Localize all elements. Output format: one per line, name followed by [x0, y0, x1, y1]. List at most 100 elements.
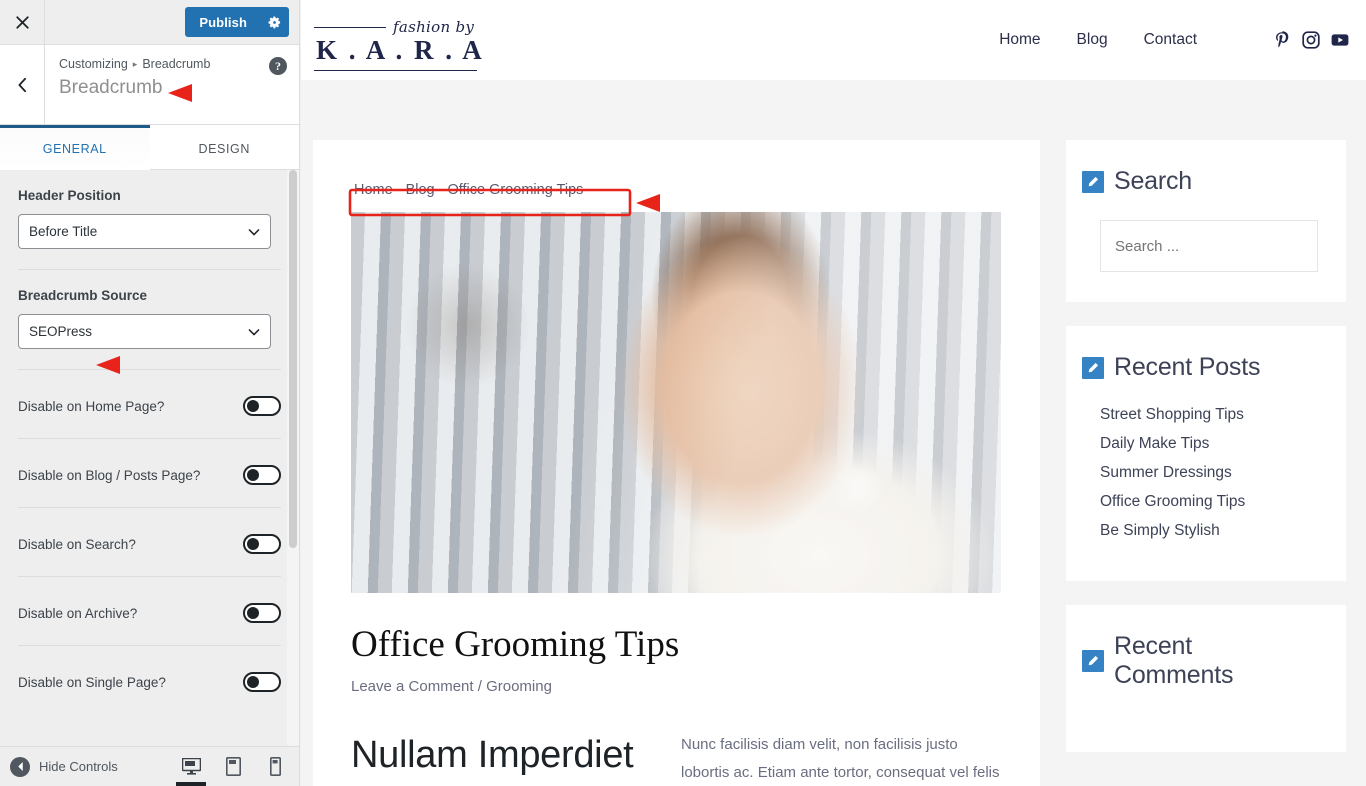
pinterest-icon[interactable]: [1273, 31, 1291, 49]
control-breadcrumb-source: Breadcrumb Source SEOPress: [18, 288, 281, 349]
device-desktop-button[interactable]: [170, 746, 212, 786]
divider: [18, 269, 281, 270]
recent-post-link[interactable]: Daily Make Tips: [1100, 435, 1209, 452]
close-icon: [15, 15, 29, 29]
site-preview: fashion by K . A . R . A Home Blog Conta…: [301, 0, 1366, 786]
recent-post-link[interactable]: Office Grooming Tips: [1100, 493, 1245, 510]
list-item: Office Grooming Tips: [1100, 493, 1318, 511]
edit-widget-icon[interactable]: [1082, 650, 1104, 672]
tab-design[interactable]: DESIGN: [149, 125, 299, 170]
gear-icon: [268, 15, 280, 28]
customizer-controls-scroll: Header Position Before Title Breadcrumb …: [0, 170, 299, 746]
page-title: Breadcrumb: [59, 76, 163, 98]
widget-search: Search: [1066, 140, 1346, 302]
breadcrumb-separator-icon: ▸: [132, 59, 138, 70]
header-position-value: Before Title: [29, 224, 98, 239]
hide-controls-label: Hide Controls: [39, 759, 118, 774]
scrollbar-thumb[interactable]: [289, 170, 297, 548]
breadcrumb-current: Breadcrumb: [142, 57, 211, 71]
publish-group: Publish: [185, 7, 289, 37]
toggle-knob: [247, 400, 259, 412]
toggle-knob: [247, 469, 259, 481]
site-sidebar: Search Recent Posts Street Sho: [1066, 140, 1346, 786]
control-disable-blog: Disable on Blog / Posts Page?: [18, 457, 281, 493]
chevron-down-icon: [247, 325, 261, 339]
control-disable-search: Disable on Search?: [18, 526, 281, 562]
control-disable-home: Disable on Home Page?: [18, 388, 281, 424]
toggle-disable-blog[interactable]: [243, 465, 281, 485]
collapse-arrow-icon: [10, 756, 30, 777]
nav-item-blog[interactable]: Blog: [1077, 31, 1108, 49]
post-breadcrumb[interactable]: Home - Blog - Office Grooming Tips: [351, 180, 586, 200]
nav-item-home[interactable]: Home: [999, 31, 1040, 49]
toggle-disable-single[interactable]: [243, 672, 281, 692]
social-links: [1273, 31, 1349, 49]
list-item: Be Simply Stylish: [1100, 522, 1318, 540]
divider: [18, 507, 281, 508]
search-input[interactable]: [1115, 237, 1314, 255]
post-meta[interactable]: Leave a Comment / Grooming: [351, 678, 1002, 695]
chevron-left-icon: [18, 77, 26, 92]
control-label-disable-blog: Disable on Blog / Posts Page?: [18, 467, 201, 483]
customizer-section-header: Customizing ▸ Breadcrumb Breadcrumb ?: [0, 45, 299, 125]
control-label-disable-single: Disable on Single Page?: [18, 674, 166, 690]
instagram-icon[interactable]: [1302, 31, 1320, 49]
device-mobile-button[interactable]: [254, 746, 296, 786]
nav-item-contact[interactable]: Contact: [1144, 31, 1197, 49]
publish-button[interactable]: Publish: [185, 7, 259, 37]
toggle-knob: [247, 538, 259, 550]
search-form: [1100, 220, 1318, 272]
toggle-disable-home[interactable]: [243, 396, 281, 416]
breadcrumb-source-select[interactable]: SEOPress: [18, 314, 271, 349]
breadcrumb-source-value: SEOPress: [29, 324, 93, 339]
widget-recent-posts: Recent Posts Street Shopping Tips Daily …: [1066, 326, 1346, 581]
edit-widget-icon[interactable]: [1082, 356, 1104, 379]
widget-title-search: Search: [1114, 167, 1193, 195]
header-position-select[interactable]: Before Title: [18, 214, 271, 249]
chevron-down-icon: [247, 225, 261, 239]
control-label-header-position: Header Position: [18, 188, 121, 203]
customizer-scrollbar[interactable]: [287, 170, 299, 746]
widget-title-recent-comments: Recent Comments: [1114, 632, 1234, 689]
device-tablet-button[interactable]: [212, 746, 254, 786]
toggle-disable-search[interactable]: [243, 534, 281, 554]
breadcrumb-parent[interactable]: Customizing: [59, 56, 128, 74]
recent-post-link[interactable]: Be Simply Stylish: [1100, 522, 1220, 539]
youtube-icon[interactable]: [1331, 31, 1349, 49]
publish-settings-button[interactable]: [259, 7, 289, 37]
breadcrumb: Customizing ▸ Breadcrumb: [59, 56, 285, 74]
recent-post-link[interactable]: Street Shopping Tips: [1100, 406, 1244, 423]
post-content: Nullam Imperdiet Nunc facilisis diam vel…: [351, 731, 1002, 786]
close-customizer-button[interactable]: [0, 0, 45, 44]
control-label-breadcrumb-source: Breadcrumb Source: [18, 288, 148, 303]
widget-recent-comments: Recent Comments: [1066, 605, 1346, 752]
widget-title-recent-posts: Recent Posts: [1114, 353, 1261, 381]
help-icon[interactable]: ?: [269, 57, 287, 75]
site-logo[interactable]: fashion by K . A . R . A: [314, 9, 494, 71]
hide-controls-button[interactable]: Hide Controls: [0, 756, 118, 777]
logo-script-text: fashion by: [393, 18, 475, 37]
control-disable-single: Disable on Single Page?: [18, 664, 281, 700]
recent-post-link[interactable]: Summer Dressings: [1100, 464, 1232, 481]
divider: [18, 369, 281, 370]
post-heading: Nullam Imperdiet: [351, 734, 634, 777]
list-item: Street Shopping Tips: [1100, 406, 1318, 424]
customizer-panel: Publish Customizing ▸ Breadcrumb Breadcr…: [0, 0, 300, 786]
tab-general[interactable]: GENERAL: [0, 125, 150, 170]
divider: [18, 645, 281, 646]
list-item: Summer Dressings: [1100, 464, 1318, 482]
preview-body: Home - Blog - Office Grooming Tips Offic…: [301, 80, 1366, 786]
toggle-disable-archive[interactable]: [243, 603, 281, 623]
divider: [18, 576, 281, 577]
post-article: Home - Blog - Office Grooming Tips Offic…: [313, 140, 1040, 786]
control-header-position: Header Position Before Title: [18, 188, 281, 249]
control-label-disable-archive: Disable on Archive?: [18, 605, 138, 621]
back-button[interactable]: [0, 45, 45, 124]
list-item: Daily Make Tips: [1100, 435, 1318, 453]
recent-posts-list: Street Shopping Tips Daily Make Tips Sum…: [1100, 406, 1318, 540]
toggle-knob: [247, 607, 259, 619]
edit-widget-icon[interactable]: [1082, 170, 1104, 193]
tablet-icon: [225, 756, 241, 776]
post-paragraph: Nunc facilisis diam velit, non facilisis…: [681, 736, 1000, 782]
control-label-disable-home: Disable on Home Page?: [18, 398, 165, 414]
